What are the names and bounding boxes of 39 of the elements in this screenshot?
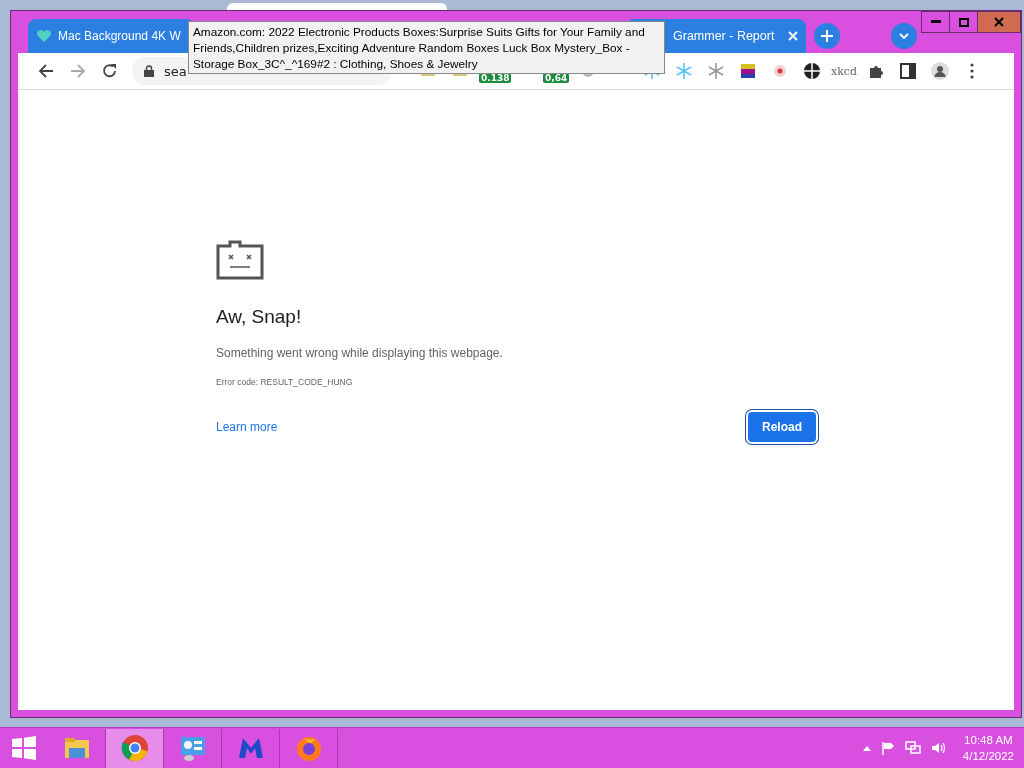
reload-icon: [102, 63, 118, 79]
chevron-down-icon: [899, 33, 909, 39]
globe-icon[interactable]: [803, 62, 821, 80]
heart-icon: [36, 29, 52, 43]
network-icon[interactable]: [904, 741, 921, 755]
side-panel-icon[interactable]: [899, 62, 917, 80]
control-panel-icon: [178, 734, 207, 762]
clock-date[interactable]: 4/12/2022: [962, 748, 1014, 764]
minimize-icon: [930, 20, 941, 24]
tooltip: Amazon.com: 2022 Electronic Products Boxes:Surprise Suits Gifts for Your Family and Friends,Children prizes,Exciting Adventure Random Boxes Luck Box Mystery_Box - Storage Box_3C^_^169#2 : Clothing, Shoes & Jewelry: [188, 21, 665, 74]
firefox-icon: [294, 734, 323, 762]
chevron-up-icon[interactable]: [862, 745, 871, 751]
clown-icon[interactable]: [771, 62, 789, 80]
lock-icon: [144, 65, 154, 77]
close-icon[interactable]: [788, 31, 799, 41]
sad-folder-icon: [216, 240, 264, 280]
xkcd-icon[interactable]: xkcd: [828, 64, 860, 78]
error-title: Aw, Snap!: [216, 306, 303, 328]
taskbar-app-button[interactable]: [106, 728, 164, 768]
speaker-icon[interactable]: [930, 741, 947, 755]
learn-more-link[interactable]: Learn more: [216, 420, 278, 434]
snowflake-icon[interactable]: [707, 62, 725, 80]
plus-icon: [821, 30, 833, 42]
close-icon: [994, 17, 1004, 27]
arrow-right-icon: [70, 63, 86, 79]
windows-icon: [12, 736, 36, 760]
minimize-button[interactable]: [921, 11, 950, 33]
chrome-icon: [120, 734, 149, 762]
error-message: Something went wrong while displaying this webpage.: [216, 346, 504, 360]
tab-search-button[interactable]: [891, 23, 917, 49]
error-code: Error code: RESULT_CODE_HUNG: [216, 377, 354, 387]
close-button[interactable]: [977, 11, 1021, 33]
arrow-left-icon: [38, 63, 54, 79]
reload-button[interactable]: Reload: [748, 412, 816, 442]
profile-icon[interactable]: [931, 62, 949, 80]
flag-icon[interactable]: [739, 62, 757, 80]
maximize-icon: [958, 17, 969, 27]
clock-time[interactable]: 10:48 AM: [964, 732, 1013, 748]
new-tab-button[interactable]: [814, 23, 840, 49]
